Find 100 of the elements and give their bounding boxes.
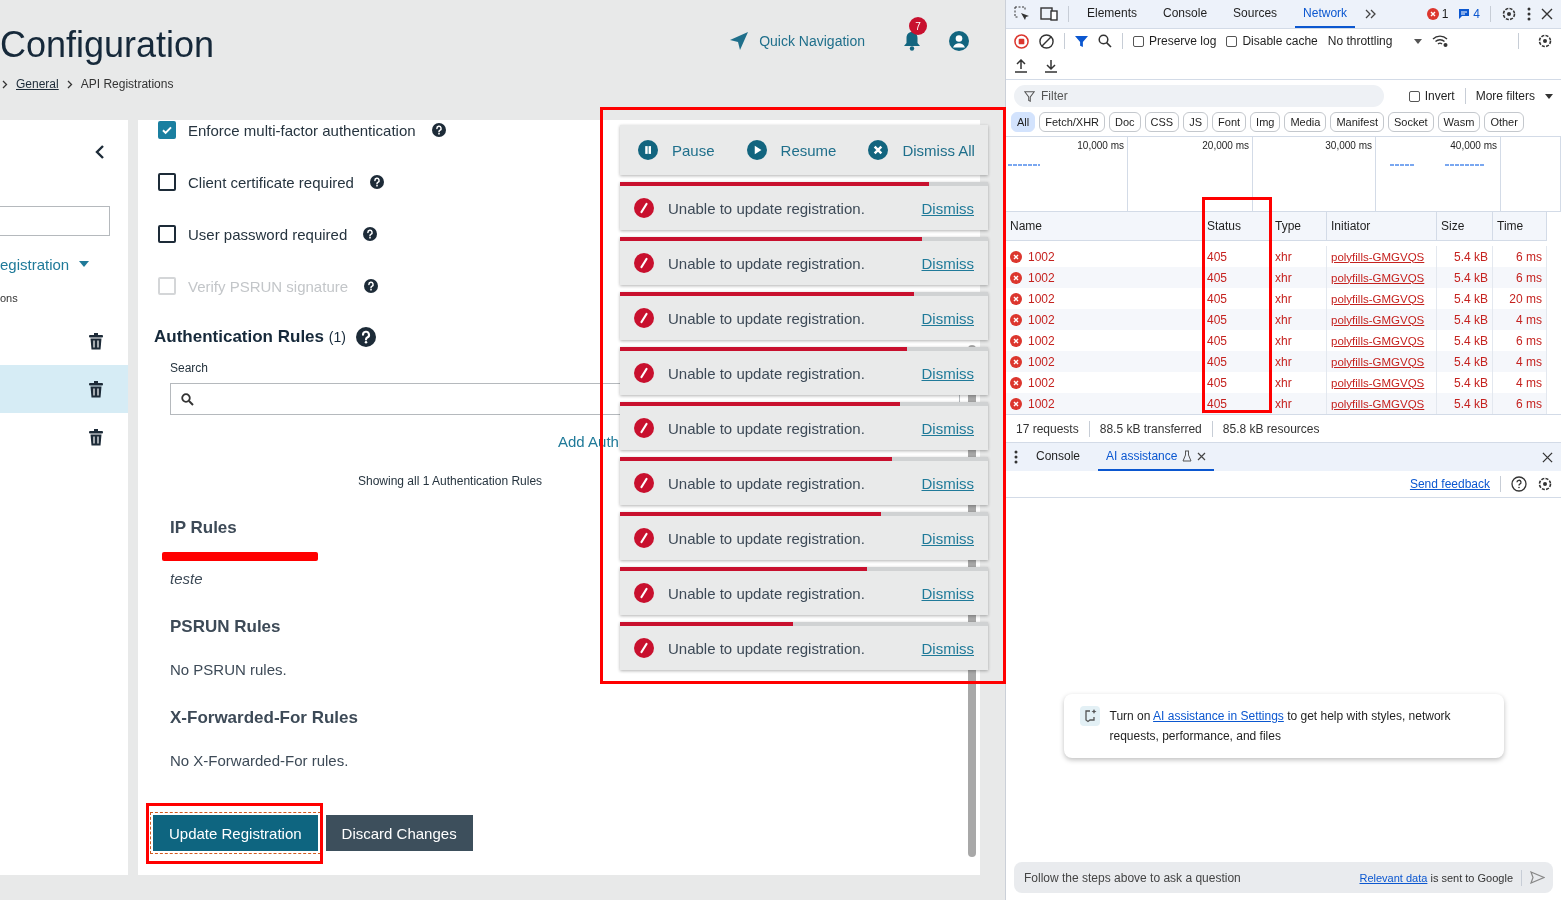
settings-icon[interactable] xyxy=(1537,33,1553,49)
type-filter-chip[interactable]: Fetch/XHR xyxy=(1039,112,1106,132)
initiator-link[interactable]: polyfills-GMGVQS xyxy=(1331,250,1425,263)
type-filter-chip[interactable]: Socket xyxy=(1387,112,1434,132)
question-field[interactable]: Follow the steps above to ask a question Relevant data is sent to Google xyxy=(1014,862,1553,893)
more-options-icon[interactable] xyxy=(1527,7,1531,21)
column-header[interactable]: Time xyxy=(1493,212,1547,241)
drawer-tab[interactable]: AI assistance xyxy=(1098,443,1215,471)
column-header[interactable]: Status xyxy=(1203,212,1271,241)
stop-recording-icon[interactable] xyxy=(1014,33,1029,49)
devtools-tab[interactable]: Elements xyxy=(1079,0,1146,28)
dismiss-link[interactable]: Dismiss xyxy=(921,364,974,382)
upload-icon[interactable] xyxy=(1014,59,1028,73)
dismiss-link[interactable]: Dismiss xyxy=(921,309,974,327)
checkbox[interactable] xyxy=(158,121,176,139)
column-header[interactable]: Name xyxy=(1006,212,1203,241)
table-cell[interactable]: 1002 xyxy=(1028,270,1055,285)
initiator-link[interactable]: polyfills-GMGVQS xyxy=(1331,376,1425,389)
type-filter-chip[interactable]: Font xyxy=(1212,112,1247,132)
checkbox[interactable] xyxy=(1133,35,1144,47)
dismiss-link[interactable]: Dismiss xyxy=(921,584,974,602)
dismiss-link[interactable]: Dismiss xyxy=(921,529,974,547)
relevant-data-link[interactable]: Relevant data xyxy=(1359,871,1428,884)
type-filter-chip[interactable]: Img xyxy=(1250,112,1281,132)
error-count[interactable]: 1 xyxy=(1441,7,1449,21)
send-feedback-link[interactable]: Send feedback xyxy=(1409,477,1490,491)
search-icon[interactable] xyxy=(1098,34,1112,48)
checkbox[interactable] xyxy=(158,225,176,243)
initiator-link[interactable]: polyfills-GMGVQS xyxy=(1331,334,1425,347)
devtools-tab[interactable]: Console xyxy=(1155,0,1216,28)
devtools-tab[interactable]: Network xyxy=(1295,0,1356,28)
dismiss-link[interactable]: Dismiss xyxy=(921,199,974,217)
dismiss-link[interactable]: Dismiss xyxy=(921,419,974,437)
help-icon[interactable] xyxy=(1511,476,1527,492)
table-cell[interactable]: 1002 xyxy=(1028,396,1055,411)
close-icon[interactable] xyxy=(1541,8,1553,20)
table-cell[interactable]: 1002 xyxy=(1028,354,1055,369)
type-filter-chip[interactable]: All xyxy=(1011,112,1036,132)
registration-dropdown[interactable]: egistration xyxy=(0,255,70,273)
toast-control-button[interactable]: Dismiss All xyxy=(868,140,975,160)
message-count[interactable]: 4 xyxy=(1473,7,1480,21)
breadcrumb-link[interactable]: General xyxy=(16,77,59,91)
more-tabs-icon[interactable] xyxy=(1365,9,1378,19)
download-icon[interactable] xyxy=(1044,59,1058,73)
send-icon[interactable] xyxy=(1530,871,1545,884)
help-icon[interactable] xyxy=(364,279,379,293)
type-filter-chip[interactable]: JS xyxy=(1183,112,1209,132)
toast-control-button[interactable]: Pause xyxy=(638,140,715,160)
more-filters-dropdown[interactable]: More filters xyxy=(1475,89,1535,103)
network-conditions-icon[interactable] xyxy=(1432,34,1450,48)
checkbox[interactable] xyxy=(1226,35,1238,47)
filter-field[interactable]: Filter xyxy=(1014,85,1384,107)
user-avatar-icon[interactable] xyxy=(949,31,969,51)
caret-down-icon[interactable] xyxy=(1414,38,1423,44)
dismiss-link[interactable]: Dismiss xyxy=(921,254,974,272)
dismiss-link[interactable]: Dismiss xyxy=(921,639,974,657)
collapse-chevron-icon[interactable] xyxy=(94,144,106,160)
close-icon[interactable] xyxy=(1542,451,1553,463)
discard-button[interactable]: Discard Changes xyxy=(325,815,473,851)
type-filter-chip[interactable]: CSS xyxy=(1144,112,1180,132)
column-header[interactable]: Size xyxy=(1437,212,1493,241)
table-cell[interactable]: 1002 xyxy=(1028,249,1055,264)
settings-icon[interactable] xyxy=(1501,6,1517,22)
help-icon[interactable] xyxy=(431,123,446,137)
toast-control-button[interactable]: Resume xyxy=(746,140,837,160)
search-field[interactable] xyxy=(0,206,110,236)
trash-icon[interactable] xyxy=(89,380,103,398)
quick-navigation-link[interactable]: Quick Navigation xyxy=(759,33,865,49)
caret-down-icon[interactable] xyxy=(1545,93,1553,99)
checkbox[interactable] xyxy=(1408,90,1420,102)
type-filter-chip[interactable]: Media xyxy=(1284,112,1327,132)
inspect-icon[interactable] xyxy=(1014,6,1030,22)
trash-icon[interactable] xyxy=(89,332,103,350)
table-cell[interactable]: 1002 xyxy=(1028,312,1055,327)
type-filter-chip[interactable]: Other xyxy=(1484,112,1524,132)
help-icon[interactable] xyxy=(363,227,378,241)
type-filter-chip[interactable]: Manifest xyxy=(1330,112,1384,132)
clear-icon[interactable] xyxy=(1039,33,1054,49)
update-button[interactable]: Update Registration xyxy=(153,815,318,851)
column-header[interactable]: Type xyxy=(1271,212,1327,241)
table-cell[interactable]: 1002 xyxy=(1028,333,1055,348)
question-input[interactable]: Follow the steps above to ask a question xyxy=(1022,869,1352,886)
drawer-tab[interactable]: Console xyxy=(1028,443,1089,471)
table-cell[interactable]: 1002 xyxy=(1028,375,1055,390)
settings-icon[interactable] xyxy=(1537,476,1553,492)
initiator-link[interactable]: polyfills-GMGVQS xyxy=(1331,292,1425,305)
table-cell[interactable]: 1002 xyxy=(1028,291,1055,306)
checkbox[interactable] xyxy=(158,173,176,191)
devtools-tab[interactable]: Sources xyxy=(1225,0,1286,28)
bell-icon[interactable] xyxy=(903,31,921,51)
filter-icon[interactable] xyxy=(1075,34,1088,48)
trash-icon[interactable] xyxy=(89,428,103,446)
type-filter-chip[interactable]: Doc xyxy=(1109,112,1141,132)
throttling-dropdown[interactable]: No throttling xyxy=(1327,34,1393,48)
navigation-arrow-icon[interactable] xyxy=(729,31,750,51)
help-icon[interactable] xyxy=(355,327,376,347)
settings-link[interactable]: AI assistance in Settings xyxy=(1153,709,1284,723)
help-icon[interactable] xyxy=(369,175,384,189)
type-filter-chip[interactable]: Wasm xyxy=(1437,112,1481,132)
device-toggle-icon[interactable] xyxy=(1040,6,1058,22)
